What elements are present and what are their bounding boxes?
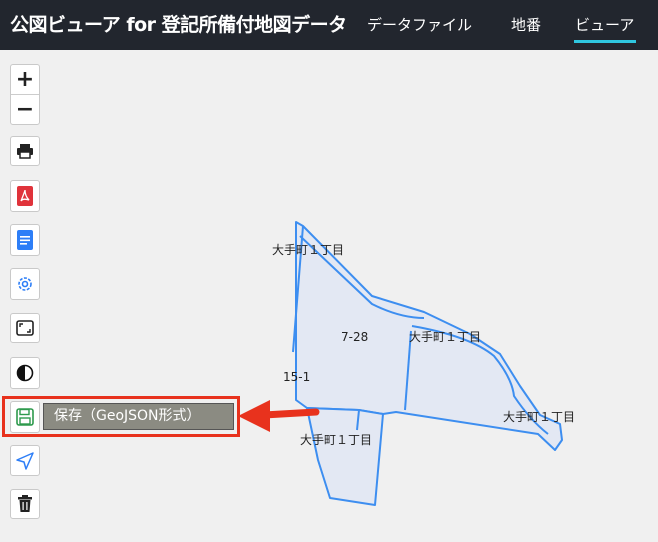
parcel-label: 15-1 xyxy=(283,370,311,384)
pdf-export-button[interactable] xyxy=(10,180,40,212)
send-button[interactable] xyxy=(10,445,40,476)
frame-icon xyxy=(16,320,34,336)
parcel-south[interactable] xyxy=(306,407,384,506)
trash-icon xyxy=(18,495,32,512)
contrast-button[interactable] xyxy=(10,357,40,389)
parcel-label: 大手町１丁目 xyxy=(503,410,576,424)
document-button[interactable] xyxy=(10,224,40,256)
parcel-layer xyxy=(292,221,563,506)
pdf-icon xyxy=(17,186,33,206)
document-icon xyxy=(17,230,33,250)
send-icon xyxy=(16,451,34,470)
delete-button[interactable] xyxy=(10,489,40,519)
settings-icon xyxy=(18,277,32,291)
parcel-label: 大手町１丁目 xyxy=(409,330,482,344)
printer-icon xyxy=(17,144,33,159)
zoom-in-button[interactable]: + xyxy=(11,65,39,94)
parcel-label: 大手町１丁目 xyxy=(272,243,345,257)
print-button[interactable] xyxy=(10,136,40,166)
contrast-icon xyxy=(16,364,34,382)
parcel-label: 7-28 xyxy=(341,330,369,344)
zoom-control: + − xyxy=(10,64,40,125)
frame-button[interactable] xyxy=(10,313,40,343)
parcel-label: 大手町１丁目 xyxy=(300,433,373,447)
save-tooltip: 保存（GeoJSON形式） xyxy=(43,403,234,430)
zoom-out-button[interactable]: − xyxy=(11,95,39,124)
settings-button[interactable] xyxy=(10,268,40,300)
